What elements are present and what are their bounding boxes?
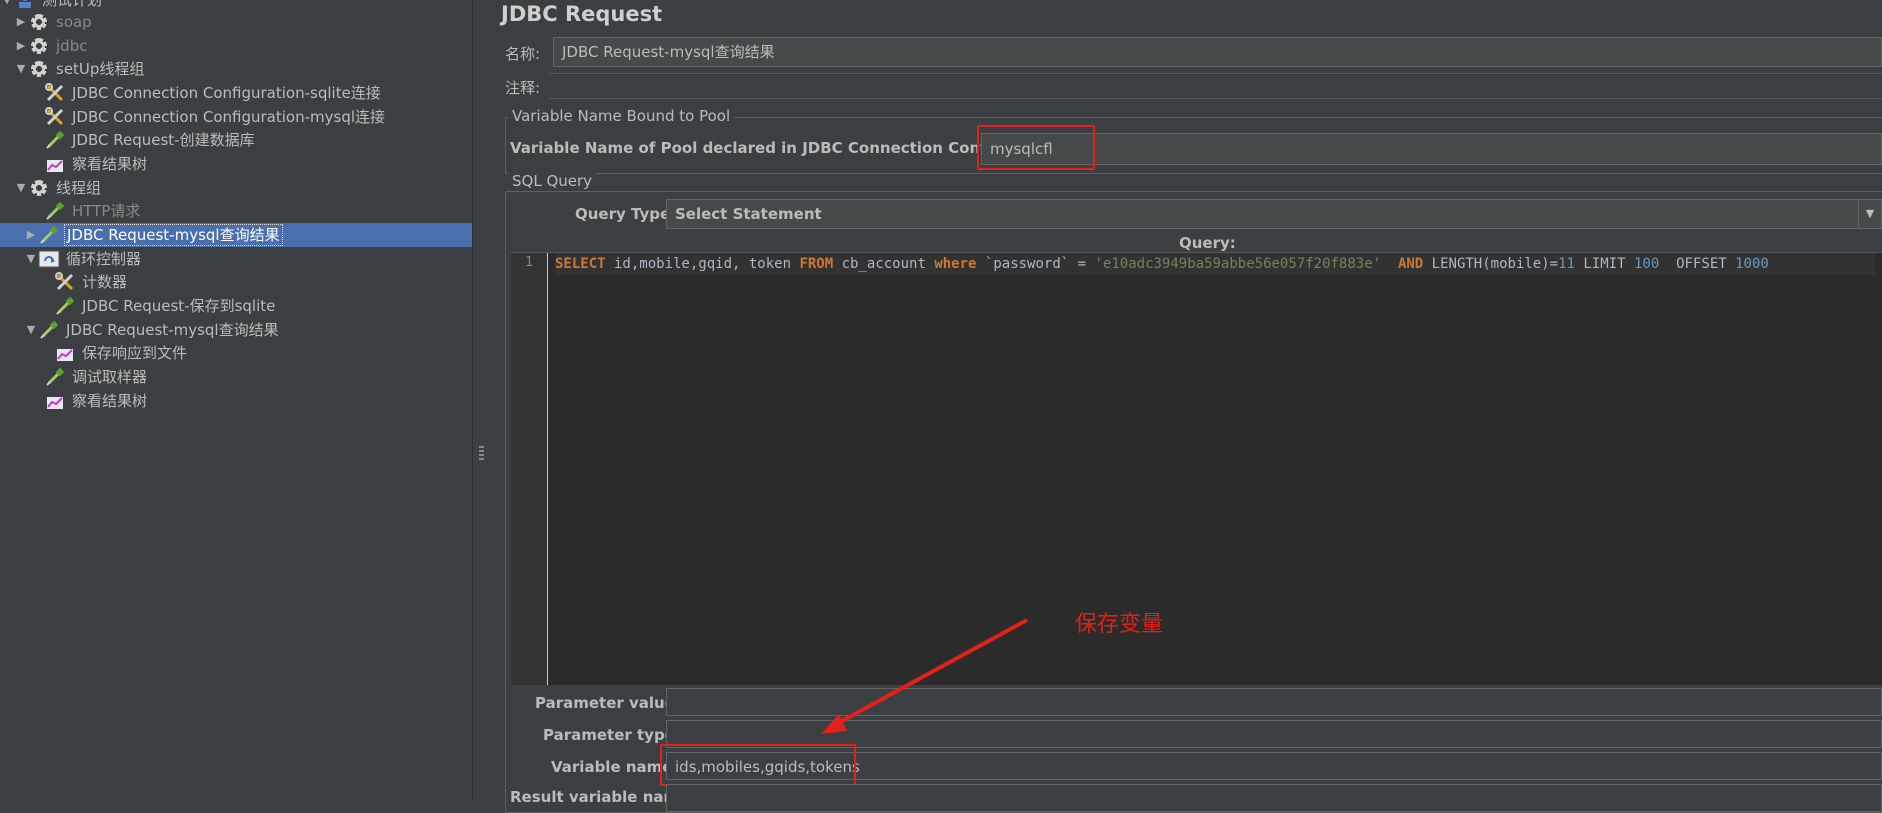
tree-item-label: JDBC Request-保存到sqlite	[82, 297, 276, 315]
tree-item[interactable]: 察看结果树	[30, 389, 149, 413]
wrench-icon	[54, 271, 76, 293]
expand-down-icon[interactable]: ▼	[0, 0, 14, 12]
tree-item-label: JDBC Request-mysql查询结果	[64, 224, 283, 246]
expand-down-icon[interactable]: ▼	[14, 57, 28, 81]
tree-item-label: JDBC Request-mysql查询结果	[66, 321, 279, 339]
tree-item-label: JDBC Connection Configuration-sqlite连接	[72, 84, 381, 102]
expand-right-icon[interactable]: ▶	[24, 223, 38, 247]
tree-item[interactable]: ▼ JDBC Request-mysql查询结果	[24, 318, 281, 342]
expand-down-icon[interactable]: ▼	[24, 318, 38, 342]
pipette-icon	[44, 366, 66, 388]
tree-item[interactable]: ▶ soap	[14, 10, 94, 34]
pipette-icon	[38, 224, 60, 246]
wrench-icon	[44, 106, 66, 128]
splitter-grip-icon[interactable]	[479, 446, 484, 462]
pipette-icon	[38, 319, 60, 341]
tree-item-label: HTTP请求	[72, 202, 141, 220]
tree-item[interactable]: ▶ JDBC Request-mysql查询结果	[24, 223, 283, 247]
annotation-arrow-icon	[821, 618, 1028, 734]
tree-item-label: 线程组	[56, 179, 102, 197]
tree-item[interactable]: 察看结果树	[30, 152, 149, 176]
tree-item-label: 调试取样器	[72, 368, 148, 386]
tree-item[interactable]: ▼ 循环控制器	[24, 247, 143, 271]
panel-splitter[interactable]	[472, 0, 492, 801]
graph-icon	[54, 342, 76, 364]
expand-down-icon[interactable]: ▼	[24, 247, 38, 271]
tree-item[interactable]: JDBC Connection Configuration-sqlite连接	[30, 81, 383, 105]
tree-item-label: 计数器	[82, 273, 128, 291]
expand-down-icon[interactable]: ▼	[14, 176, 28, 200]
tree-item[interactable]: HTTP请求	[30, 199, 142, 223]
expand-right-icon[interactable]: ▶	[14, 10, 28, 34]
wrench-icon	[44, 82, 66, 104]
tree-item[interactable]: ▼ setUp线程组	[14, 57, 146, 81]
tree-item-label: soap	[56, 13, 92, 31]
tree-item[interactable]: JDBC Request-创建数据库	[30, 128, 257, 152]
loop-icon	[38, 248, 60, 270]
tree-item[interactable]: 保存响应到文件	[40, 341, 189, 365]
tree-item-label: 保存响应到文件	[82, 344, 188, 362]
tree-item[interactable]: 计数器	[40, 270, 129, 294]
tree-item-label: JDBC Connection Configuration-mysql连接	[72, 108, 386, 126]
pipette-icon	[44, 129, 66, 151]
jdbc-request-panel: JDBC Request 名称: JDBC Request-mysql查询结果 …	[491, 0, 1882, 813]
tree-item[interactable]: ▼ 线程组	[14, 176, 103, 200]
gear-icon	[28, 11, 50, 33]
pipette-icon	[44, 200, 66, 222]
tree-item[interactable]: JDBC Request-保存到sqlite	[40, 294, 277, 318]
expand-right-icon[interactable]: ▶	[14, 34, 28, 58]
tree-item[interactable]: 调试取样器	[30, 365, 149, 389]
tree-item-label: 察看结果树	[72, 155, 148, 173]
tree-item-label: JDBC Request-创建数据库	[72, 131, 255, 149]
gear-icon	[28, 58, 50, 80]
tree-item-label: 察看结果树	[72, 392, 148, 410]
gear-icon	[28, 35, 50, 57]
tree-item-label: jdbc	[56, 37, 88, 55]
test-plan-tree[interactable]: ▼测试计划▶soap▶jdbc▼setUp线程组JDBC Connection …	[0, 0, 472, 801]
tree-item-label: setUp线程组	[56, 60, 145, 78]
tree-item-label: 循环控制器	[66, 250, 142, 268]
tree-item[interactable]: ▶ jdbc	[14, 34, 89, 58]
graph-icon	[44, 153, 66, 175]
graph-icon	[44, 390, 66, 412]
gear-icon	[28, 177, 50, 199]
pipette-icon	[54, 295, 76, 317]
tree-item[interactable]: JDBC Connection Configuration-mysql连接	[30, 105, 387, 129]
